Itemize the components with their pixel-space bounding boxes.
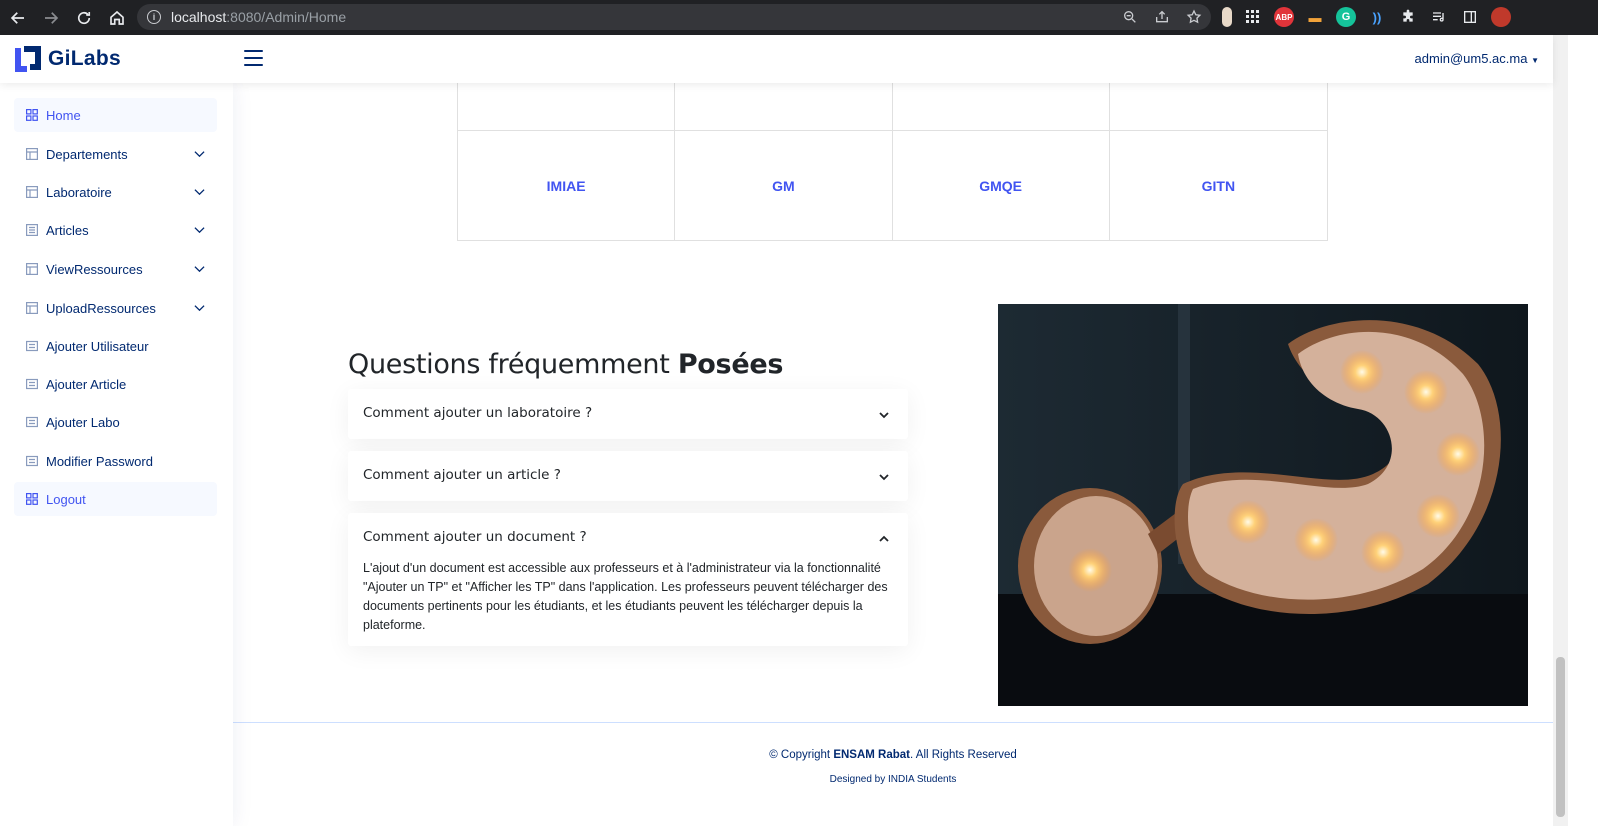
faq-title: Questions fréquemment Posées	[348, 349, 784, 380]
chevron-down-icon	[194, 189, 205, 196]
menu-toggle-icon[interactable]	[244, 50, 263, 68]
caret-down-icon: ▼	[1531, 56, 1539, 65]
footer: © Copyright ENSAM Rabat. All Rights Rese…	[233, 722, 1553, 826]
sidebar-item-label: Articles	[46, 222, 89, 238]
page-scrollbar[interactable]	[1553, 35, 1568, 826]
adblock-icon[interactable]: ABP	[1274, 7, 1294, 27]
site-info-icon[interactable]: i	[147, 10, 161, 24]
sidebar: Home Departements Laboratoire Articles V…	[0, 83, 233, 826]
department-link-gitn[interactable]: GITN	[1110, 131, 1327, 241]
home-icon[interactable]	[102, 3, 132, 33]
sidebar-item-ajouter-labo[interactable]: Ajouter Labo	[14, 405, 217, 439]
sidebar-item-articles[interactable]: Articles	[14, 213, 217, 247]
back-icon[interactable]	[3, 3, 33, 33]
sidebar-item-label: Home	[46, 107, 81, 123]
address-bar[interactable]: i localhost:8080/Admin/Home	[137, 4, 1211, 30]
user-email: admin@um5.ac.ma	[1414, 51, 1528, 66]
sidebar-item-label: Ajouter Utilisateur	[46, 338, 149, 354]
chevron-down-icon	[194, 266, 205, 273]
layout-icon	[26, 186, 38, 198]
extension-icon[interactable]: ▬	[1305, 7, 1325, 27]
sidebar-item-ajouter-utilisateur[interactable]: Ajouter Utilisateur	[14, 329, 217, 363]
side-panel-icon[interactable]	[1460, 7, 1480, 27]
card-list-icon	[26, 378, 38, 390]
chevron-down-icon	[194, 305, 205, 312]
puzzle-icon[interactable]	[1398, 7, 1418, 27]
department-link-gm[interactable]: GM	[675, 131, 893, 241]
sidebar-item-modifier-password[interactable]: Modifier Password	[14, 444, 217, 478]
extension-grid-icon[interactable]	[1243, 7, 1263, 27]
chevron-down-icon	[194, 151, 205, 158]
card-list-icon	[26, 455, 38, 467]
faq-question[interactable]: Comment ajouter un document ?	[363, 529, 587, 545]
grammarly-icon[interactable]: G	[1336, 7, 1356, 27]
layout-icon	[26, 148, 38, 160]
sidebar-item-label: Logout	[46, 491, 86, 507]
faq-answer: L'ajout d'un document est accessible aux…	[363, 561, 888, 632]
logo-text: GiLabs	[48, 47, 121, 70]
browser-toolbar: i localhost:8080/Admin/Home ABP ▬ G ))	[0, 0, 1598, 35]
sidebar-item-logout[interactable]: Logout	[14, 482, 217, 516]
share-icon[interactable]	[1153, 8, 1171, 26]
sidebar-item-label: Ajouter Article	[46, 376, 127, 392]
departments-grid: IMIAE GM GMQE GITN	[457, 73, 1328, 241]
chevron-down-icon[interactable]	[878, 471, 890, 483]
reading-list-icon[interactable]	[1429, 7, 1449, 27]
department-link-imiae[interactable]: IMIAE	[458, 131, 676, 241]
reload-icon[interactable]	[69, 3, 99, 33]
profile-avatar-icon[interactable]	[1491, 7, 1511, 27]
sidebar-item-label: Ajouter Labo	[46, 414, 120, 430]
sidebar-item-label: Departements	[46, 146, 128, 162]
faq-question[interactable]: Comment ajouter un laboratoire ?	[363, 405, 592, 421]
faq-item[interactable]: Comment ajouter un laboratoire ?	[348, 389, 908, 439]
faq-question[interactable]: Comment ajouter un article ?	[363, 467, 561, 483]
logo[interactable]: GiLabs	[13, 44, 121, 74]
extension-icon[interactable]	[1222, 7, 1232, 27]
question-mark-image	[998, 304, 1528, 706]
copyright: © Copyright ENSAM Rabat. All Rights Rese…	[769, 749, 1017, 761]
logo-icon	[15, 46, 41, 72]
extension-icon[interactable]: ))	[1367, 7, 1387, 27]
grid-icon	[26, 109, 38, 121]
grid-icon	[26, 493, 38, 505]
sidebar-item-ajouter-article[interactable]: Ajouter Article	[14, 367, 217, 401]
chevron-down-icon[interactable]	[878, 409, 890, 421]
card-list-icon	[26, 340, 38, 352]
scrollbar-thumb[interactable]	[1556, 657, 1565, 817]
grid-row: IMIAE GM GMQE GITN	[458, 131, 1327, 241]
chevron-up-icon[interactable]	[878, 533, 890, 545]
page-header: GiLabs admin@um5.ac.ma ▼	[0, 35, 1553, 83]
faq-item-expanded[interactable]: Comment ajouter un document ? L'ajout d'…	[348, 513, 908, 646]
user-dropdown[interactable]: admin@um5.ac.ma ▼	[1415, 51, 1539, 66]
layout-icon	[26, 263, 38, 275]
bookmark-star-icon[interactable]	[1185, 8, 1203, 26]
zoom-icon[interactable]	[1121, 8, 1139, 26]
forward-icon[interactable]	[36, 3, 66, 33]
sidebar-item-laboratoire[interactable]: Laboratoire	[14, 175, 217, 209]
department-link-gmqe[interactable]: GMQE	[893, 131, 1110, 241]
sidebar-item-label: Laboratoire	[46, 184, 112, 200]
credits: Designed by INDIA Students	[829, 774, 957, 785]
card-list-icon	[26, 416, 38, 428]
sidebar-item-label: Modifier Password	[46, 453, 153, 469]
sidebar-item-viewressources[interactable]: ViewRessources	[14, 252, 217, 286]
chevron-down-icon	[194, 227, 205, 234]
journal-icon	[26, 224, 38, 236]
layout-icon	[26, 302, 38, 314]
sidebar-item-label: UploadRessources	[46, 300, 156, 316]
faq-item[interactable]: Comment ajouter un article ?	[348, 451, 908, 501]
sidebar-item-uploadressources[interactable]: UploadRessources	[14, 291, 217, 325]
sidebar-item-departements[interactable]: Departements	[14, 137, 217, 171]
main-content: IMIAE GM GMQE GITN Questions fréquemment…	[233, 73, 1553, 826]
url-text[interactable]: localhost:8080/Admin/Home	[171, 9, 346, 25]
sidebar-item-home[interactable]: Home	[14, 98, 217, 132]
sidebar-item-label: ViewRessources	[46, 261, 143, 277]
